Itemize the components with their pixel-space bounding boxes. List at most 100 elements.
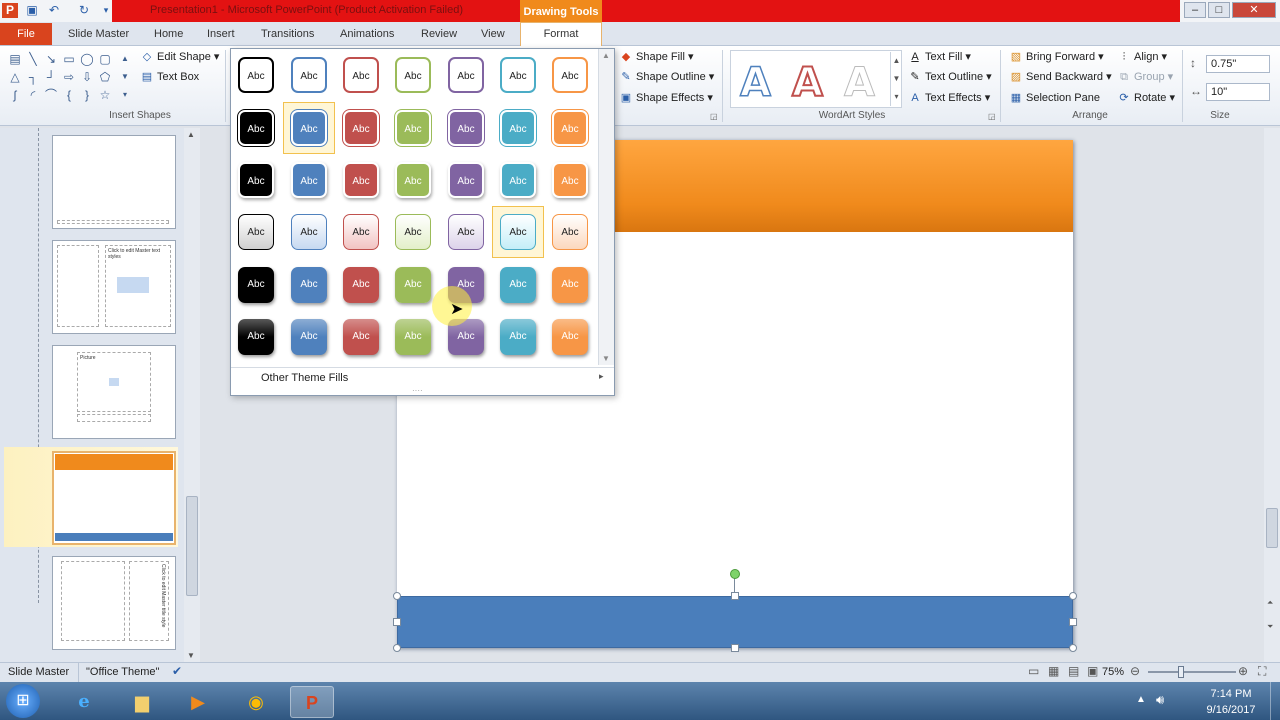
shape-style-swatch[interactable]: Abc [552, 162, 588, 198]
shape-style-swatch[interactable]: Abc [238, 267, 274, 303]
resize-handle-top-right[interactable] [1069, 592, 1077, 600]
shape-style-swatch[interactable]: Abc [500, 162, 536, 198]
triangle-shape-icon[interactable]: △ [8, 70, 22, 84]
shape-style-swatch[interactable]: Abc [395, 214, 431, 250]
shape-style-swatch[interactable]: Abc [500, 319, 536, 355]
slide-scroll-thumb[interactable] [1266, 508, 1278, 548]
shape-style-swatch[interactable]: Abc [395, 267, 431, 303]
redo-icon[interactable]: ↻ [76, 3, 92, 18]
gallery-resize-grip-icon[interactable]: ···· [412, 386, 423, 395]
text-fill-button[interactable]: A Text Fill ▾ [908, 48, 971, 66]
maximize-button[interactable]: □ [1208, 2, 1230, 18]
minimize-button[interactable]: – [1184, 2, 1206, 18]
line-shape-icon[interactable]: ╲ [26, 52, 40, 66]
shape-effects-button[interactable]: ▣ Shape Effects ▾ [619, 89, 713, 107]
shape-style-swatch[interactable]: Abc [238, 214, 274, 250]
gallery-scrollbar[interactable]: ▲ ▼ [598, 49, 614, 365]
close-button[interactable]: ✕ [1232, 2, 1276, 18]
slide-sorter-icon[interactable]: ▦ [1048, 664, 1059, 678]
resize-handle-left[interactable] [393, 618, 401, 626]
show-hidden-icons-icon[interactable]: ▲ [1136, 694, 1146, 705]
shape-style-swatch[interactable]: Abc [500, 110, 536, 146]
resize-handle-bottom-left[interactable] [393, 644, 401, 652]
shapes-more-icon[interactable]: ▾ [118, 88, 132, 102]
zoom-slider[interactable] [1148, 671, 1236, 673]
tab-insert[interactable]: Insert [207, 24, 235, 44]
arrow-line-shape-icon[interactable]: ↘ [44, 52, 58, 66]
zoom-level[interactable]: 75% [1102, 666, 1124, 678]
shape-style-swatch[interactable]: Abc [238, 110, 274, 146]
thumbnail-scrollbar[interactable]: ▲ ▼ [184, 128, 200, 662]
chrome-icon[interactable]: ◉ [234, 686, 278, 718]
shape-style-swatch[interactable]: Abc [238, 57, 274, 93]
shape-style-swatch[interactable]: Abc [552, 319, 588, 355]
next-slide-icon[interactable]: ⏷ [1267, 622, 1273, 632]
edit-shape-button[interactable]: ◇ Edit Shape ▾ [140, 48, 220, 66]
shape-style-swatch[interactable]: Abc [552, 57, 588, 93]
slide-thumbnail-1[interactable] [52, 135, 176, 229]
shape-style-swatch[interactable]: Abc [291, 214, 327, 250]
resize-handle-top-left[interactable] [393, 592, 401, 600]
fit-slide-icon[interactable]: ⛶ [1258, 664, 1266, 679]
brace-right-icon[interactable]: } [80, 88, 94, 102]
shape-style-swatch[interactable]: Abc [343, 110, 379, 146]
previous-slide-icon[interactable]: ⏶ [1267, 598, 1273, 608]
shapes-scroll-up-icon[interactable]: ▲ [118, 52, 132, 66]
tab-file[interactable]: File [0, 23, 52, 45]
resize-handle-bottom[interactable] [731, 644, 739, 652]
wordart-dialog-launcher-icon[interactable]: ◲ [988, 112, 996, 121]
slideshow-icon[interactable]: ▣ [1087, 664, 1098, 678]
shape-style-swatch[interactable]: Abc [238, 162, 274, 198]
zoom-in-icon[interactable]: ⊕ [1238, 664, 1248, 678]
taskbar-date[interactable]: 9/16/2017 [1196, 704, 1266, 716]
shape-style-swatch[interactable]: Abc [291, 57, 327, 93]
tab-review[interactable]: Review [421, 24, 457, 44]
shape-fill-button[interactable]: ◆ Shape Fill ▾ [619, 48, 694, 66]
text-effects-button[interactable]: A Text Effects ▾ [908, 89, 990, 107]
bring-forward-button[interactable]: ▧ Bring Forward ▾ [1009, 48, 1104, 66]
zoom-out-icon[interactable]: ⊖ [1130, 664, 1140, 678]
shape-style-swatch[interactable]: Abc [291, 110, 327, 146]
spell-check-icon[interactable]: ✔ [172, 664, 182, 678]
file-explorer-icon[interactable]: ▆ [120, 686, 164, 718]
taskbar-time[interactable]: 7:14 PM [1196, 688, 1266, 700]
normal-view-icon[interactable]: ▭ [1028, 664, 1039, 678]
powerpoint-taskbar-icon[interactable]: P [290, 686, 334, 718]
right-arrow-shape-icon[interactable]: ⇨ [62, 70, 76, 84]
send-backward-button[interactable]: ▨ Send Backward ▾ [1009, 68, 1112, 86]
rounded-rect-shape-icon[interactable]: ▢ [98, 52, 112, 66]
elbow-connector-icon[interactable]: ┐ [26, 70, 40, 84]
shape-style-swatch[interactable]: Abc [500, 214, 536, 250]
thumbnail-scroll-thumb[interactable] [186, 496, 198, 596]
group-button[interactable]: ⧉ Group ▾ [1117, 68, 1173, 86]
shape-style-swatch[interactable]: Abc [448, 214, 484, 250]
rectangle-shape-icon[interactable]: ▭ [62, 52, 76, 66]
shapes-scroll-down-icon[interactable]: ▼ [118, 70, 132, 84]
shape-style-swatch[interactable]: Abc [343, 319, 379, 355]
shape-style-swatch[interactable]: Abc [395, 319, 431, 355]
scroll-up-icon[interactable]: ▲ [187, 130, 195, 139]
undo-icon[interactable]: ↶ [46, 3, 62, 18]
tab-animations[interactable]: Animations [340, 24, 394, 44]
wordart-style-2[interactable]: A [791, 59, 824, 107]
oval-shape-icon[interactable]: ◯ [80, 52, 94, 66]
shape-style-swatch[interactable]: Abc [343, 214, 379, 250]
arc-shape-icon[interactable]: ◜ [26, 88, 40, 102]
shape-style-swatch[interactable]: Abc [238, 319, 274, 355]
wordart-style-3[interactable]: A [844, 60, 876, 107]
slide-thumbnail-5[interactable]: Click to edit Master title style [52, 556, 176, 650]
shape-style-swatch[interactable]: Abc [343, 162, 379, 198]
shape-style-swatch[interactable]: Abc [552, 110, 588, 146]
shape-styles-dialog-launcher-icon[interactable]: ◲ [710, 112, 718, 121]
down-arrow-shape-icon[interactable]: ⇩ [80, 70, 94, 84]
shapes-gallery[interactable]: ▤ ╲ ↘ ▭ ◯ ▢ △ ┐ ┘ ⇨ ⇩ ⬠ ʃ ◜ ⌒ { } ☆ ▲ ▼ … [8, 52, 132, 106]
resize-handle-right[interactable] [1069, 618, 1077, 626]
align-button[interactable]: ⫶ Align ▾ [1117, 48, 1167, 66]
shape-style-swatch[interactable]: Abc [448, 57, 484, 93]
save-icon[interactable]: ▣ [24, 3, 40, 18]
pentagon-shape-icon[interactable]: ⬠ [98, 70, 112, 84]
internet-explorer-icon[interactable]: e [62, 686, 106, 718]
text-box-button[interactable]: ▤ Text Box [140, 68, 199, 86]
text-outline-button[interactable]: ✎ Text Outline ▾ [908, 68, 991, 86]
powerpoint-logo-icon[interactable]: P [2, 3, 18, 18]
